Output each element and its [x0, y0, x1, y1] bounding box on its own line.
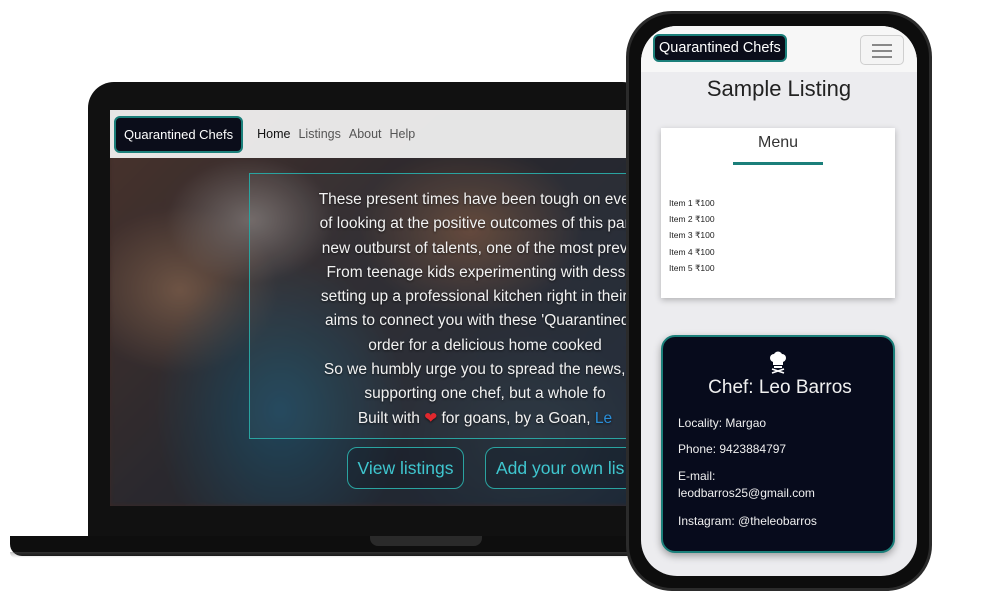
phone-screen: Quarantined Chefs Sample Listing Menu It…: [641, 26, 917, 576]
laptop-navbar: Quarantined Chefs Home Listings About He…: [110, 110, 650, 158]
heart-icon: ❤: [424, 409, 438, 427]
chef-locality: Locality: Margao: [678, 416, 767, 430]
hero-text: These present times have been tough on e…: [260, 188, 650, 431]
menu-item: Item 1 ₹100: [669, 198, 715, 208]
nav-listings[interactable]: Listings: [298, 127, 340, 141]
nav-help[interactable]: Help: [390, 127, 416, 141]
laptop-hinge-notch: [370, 536, 482, 546]
page-title: Sample Listing: [706, 76, 852, 101]
hero-line: So we humbly urge you to spread the news…: [323, 361, 647, 379]
built-with-suffix: for goans, by a Goan,: [441, 409, 591, 427]
hero-line: supporting one chef, but a whole fo: [364, 385, 606, 403]
hero-line: aims to connect you with these 'Quaranti…: [324, 312, 646, 330]
nav-home[interactable]: Home: [257, 127, 290, 141]
hero-line: order for a delicious home cooked: [368, 336, 602, 354]
built-with-line: Built with ❤ for goans, by a Goan, Le: [260, 407, 650, 431]
hero-line: new outburst of talents, one of the most…: [321, 239, 649, 257]
chef-email-label: E-mail:: [678, 469, 716, 483]
device-mockup-stage: Quarantined Chefs Home Listings About He…: [0, 0, 1000, 600]
nav-about[interactable]: About: [349, 127, 382, 141]
laptop-shadow: [10, 552, 650, 558]
menu-heading: Menu: [757, 134, 799, 151]
nav-links: Home Listings About Help: [257, 127, 415, 141]
author-link[interactable]: Le: [595, 410, 612, 427]
laptop-screen: Quarantined Chefs Home Listings About He…: [110, 110, 650, 506]
hero-line: From teenage kids experimenting with des…: [326, 263, 644, 281]
phone-navbar: Quarantined Chefs: [641, 26, 917, 72]
menu-card: Menu Item 1 ₹100 Item 2 ₹100 Item 3 ₹100…: [661, 128, 895, 298]
hero-line: These present times have been tough on e…: [318, 191, 650, 208]
menu-item: Item 2 ₹100: [669, 214, 715, 225]
hero-line: setting up a professional kitchen right …: [320, 288, 650, 306]
hero-line: of looking at the positive outcomes of t…: [319, 215, 650, 233]
chef-card: Chef: Leo Barros Locality: Margao Phone:…: [661, 335, 895, 553]
chef-name: Chef: Leo Barros: [708, 377, 852, 398]
hamburger-icon[interactable]: [860, 35, 904, 65]
menu-item: Item 5 ₹100: [669, 262, 715, 273]
phone-brand-logo[interactable]: Quarantined Chefs: [653, 34, 787, 62]
built-with-prefix: Built with: [357, 409, 420, 427]
brand-logo[interactable]: Quarantined Chefs: [114, 115, 244, 153]
view-listings-button[interactable]: View listings: [347, 447, 464, 489]
menu-heading-underline: [733, 162, 823, 165]
menu-item: Item 4 ₹100: [669, 246, 715, 257]
menu-items: Item 1 ₹100 Item 2 ₹100 Item 3 ₹100 Item…: [669, 195, 715, 276]
chef-hat-icon: [770, 351, 786, 374]
menu-item: Item 3 ₹100: [669, 230, 715, 241]
chef-phone: Phone: 9423884797: [678, 442, 787, 456]
chef-email[interactable]: leodbarros25@gmail.com: [678, 485, 815, 502]
chef-instagram[interactable]: Instagram: @theleobarros: [678, 513, 817, 530]
